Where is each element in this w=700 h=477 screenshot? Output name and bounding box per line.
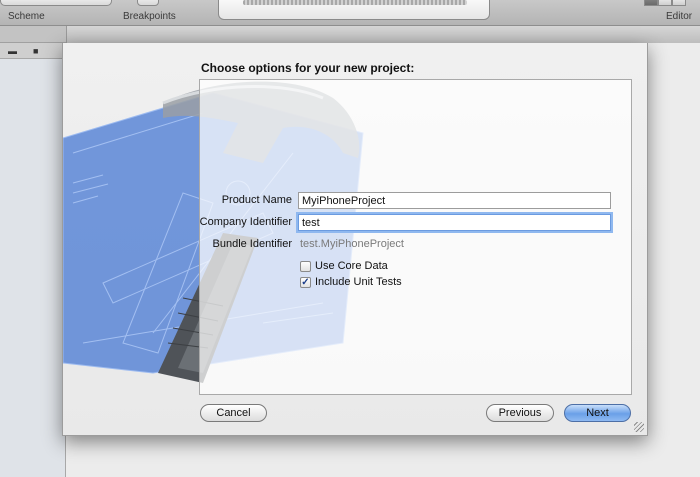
tab-strip bbox=[0, 26, 700, 43]
cancel-button[interactable]: Cancel bbox=[200, 404, 267, 422]
toolbar: Scheme Breakpoints Editor bbox=[0, 0, 700, 26]
resize-grip-icon[interactable] bbox=[634, 422, 644, 432]
breakpoints-button[interactable] bbox=[137, 0, 159, 6]
run-icon[interactable]: ▬ bbox=[8, 46, 17, 56]
use-core-data-label: Use Core Data bbox=[315, 260, 388, 272]
company-identifier-field[interactable] bbox=[298, 214, 611, 231]
activity-viewer bbox=[218, 0, 490, 20]
previous-button[interactable]: Previous bbox=[486, 404, 554, 422]
breakpoints-label: Breakpoints bbox=[123, 11, 176, 22]
scheme-label: Scheme bbox=[8, 11, 45, 22]
scheme-popup[interactable] bbox=[0, 0, 112, 6]
include-unit-tests-checkbox[interactable]: ✓ bbox=[300, 277, 311, 288]
options-panel: Product Name Company Identifier Bundle I… bbox=[199, 79, 632, 395]
activity-progress bbox=[243, 0, 467, 5]
editor-label: Editor bbox=[666, 11, 693, 22]
include-unit-tests-label: Include Unit Tests bbox=[315, 276, 402, 288]
product-name-label: Product Name bbox=[221, 194, 292, 206]
sheet-title: Choose options for your new project: bbox=[201, 61, 415, 75]
product-name-field[interactable] bbox=[298, 192, 611, 209]
bundle-identifier-label: Bundle Identifier bbox=[212, 238, 293, 250]
standard-editor-button[interactable] bbox=[644, 0, 658, 6]
bundle-identifier-value: test.MyiPhoneProject bbox=[300, 238, 404, 250]
version-editor-button[interactable] bbox=[672, 0, 686, 6]
navigator-pane bbox=[0, 59, 66, 477]
assistant-editor-button[interactable] bbox=[658, 0, 672, 6]
checkmark-icon: ✓ bbox=[301, 277, 310, 288]
new-project-sheet: Choose options for your new project: Pro… bbox=[62, 43, 648, 436]
navigator-toolbar: ▬ ■ bbox=[0, 43, 66, 59]
next-button[interactable]: Next bbox=[564, 404, 631, 422]
company-identifier-label: Company Identifier bbox=[199, 216, 292, 228]
comment-icon[interactable]: ■ bbox=[33, 46, 38, 56]
use-core-data-checkbox[interactable] bbox=[300, 261, 311, 272]
tab-active[interactable] bbox=[66, 26, 700, 43]
